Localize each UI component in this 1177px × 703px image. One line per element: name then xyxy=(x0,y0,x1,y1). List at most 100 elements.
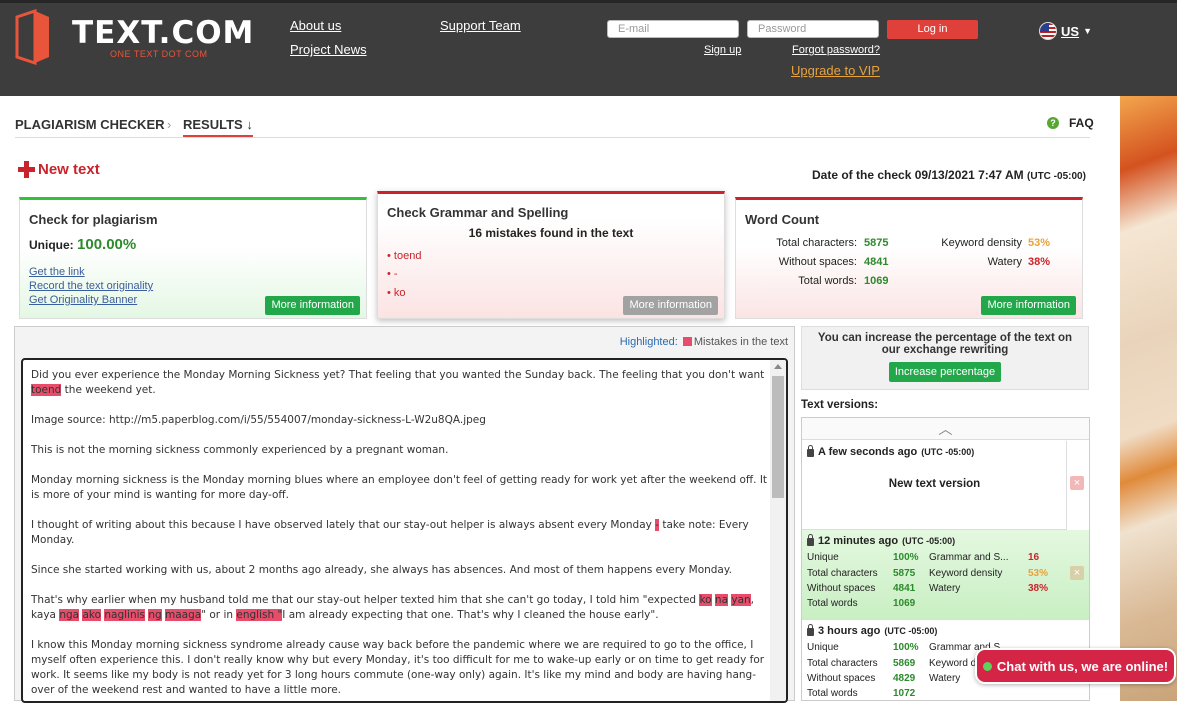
text-scrollbar[interactable] xyxy=(770,360,786,701)
text-paragraph: Since she started working with us, about… xyxy=(31,564,732,576)
scroll-up-icon[interactable] xyxy=(774,364,782,369)
without-spaces-label: Without spaces: xyxy=(778,256,857,268)
version-watery-value: 38% xyxy=(1028,583,1049,594)
text-span: I am already expecting that one. That's … xyxy=(282,609,659,621)
logo-text[interactable]: TEXT.COM xyxy=(72,15,254,51)
record-originality-link[interactable]: Record the text originality xyxy=(29,280,153,292)
logo-door-icon[interactable] xyxy=(13,9,53,65)
chevron-up-icon[interactable]: ︿ xyxy=(802,418,1089,440)
chevron-down-icon: ▼ xyxy=(1083,26,1092,36)
signup-link[interactable]: Sign up xyxy=(704,44,741,56)
mistake-highlight[interactable]: nga xyxy=(59,609,80,621)
check-date-timezone: (UTC -05:00) xyxy=(1027,171,1086,182)
text-content[interactable]: Did you ever experience the Monday Morni… xyxy=(31,368,771,701)
text-panel: Highlighted: Mistakes in the text Did yo… xyxy=(14,326,795,703)
version-time: 3 hours ago xyxy=(818,625,881,637)
get-link[interactable]: Get the link xyxy=(29,266,85,278)
version-header: A few seconds ago (UTC -05:00) xyxy=(807,445,974,458)
text-paragraph: Image source: http://m5.paperblog.com/i/… xyxy=(31,414,486,426)
version-nospace-label: Without spaces xyxy=(807,583,876,594)
grammar-card: Check Grammar and Spelling 16 mistakes f… xyxy=(377,191,725,319)
autumn-leaves-background xyxy=(1120,96,1177,701)
version-chars-value: 5875 xyxy=(893,568,916,579)
version-watery-label: Watery xyxy=(929,583,961,594)
text-versions-label: Text versions: xyxy=(801,399,879,411)
mistake-highlight[interactable]: ko xyxy=(699,594,712,606)
new-text-label: New text xyxy=(38,161,100,178)
mistake-item[interactable]: • toend xyxy=(387,250,421,262)
text-span: the weekend yet. xyxy=(61,384,156,396)
version-timezone: (UTC -05:00) xyxy=(884,626,938,636)
close-icon[interactable]: × xyxy=(1070,476,1084,490)
text-span: That's why earlier when my husband told … xyxy=(31,594,700,606)
mistake-highlight[interactable]: maaga xyxy=(165,609,202,621)
forgot-password-link[interactable]: Forgot password? xyxy=(792,44,880,56)
text-paragraph: That's why earlier when my husband told … xyxy=(31,593,771,623)
check-date: Date of the check 09/13/2021 7:47 AM (UT… xyxy=(812,168,1086,182)
version-item[interactable]: 12 minutes ago (UTC -05:00) Unique 100% … xyxy=(802,530,1089,620)
version-words-value: 1072 xyxy=(893,688,916,699)
highlight-label: Highlighted: xyxy=(619,336,678,348)
word-count-more-button[interactable]: More information xyxy=(981,296,1076,315)
mistake-highlight[interactable]: ng xyxy=(148,609,162,621)
support-team-link[interactable]: Support Team xyxy=(440,18,521,33)
mistake-highlight[interactable]: na xyxy=(714,594,729,606)
mistake-highlight[interactable]: toend xyxy=(31,384,62,396)
lock-icon xyxy=(807,624,814,636)
version-header: 3 hours ago (UTC -05:00) xyxy=(807,624,938,637)
text-paragraph: This is not the morning sickness commonl… xyxy=(31,444,449,456)
watery-label: Watery xyxy=(987,256,1022,268)
login-button[interactable]: Log in xyxy=(887,20,978,39)
mistake-highlight[interactable]: english xyxy=(236,609,275,621)
project-news-link[interactable]: Project News xyxy=(290,42,367,57)
about-us-link[interactable]: About us xyxy=(290,18,341,33)
upgrade-vip-link[interactable]: Upgrade to VIP xyxy=(791,63,880,78)
text-paragraph: Did you ever experience the Monday Morni… xyxy=(31,368,771,398)
new-text-button[interactable]: New text xyxy=(18,161,100,178)
language-selector[interactable]: US ▼ xyxy=(1039,22,1092,40)
faq-link[interactable]: ? FAQ xyxy=(1047,116,1094,130)
version-header: 12 minutes ago (UTC -05:00) xyxy=(807,534,955,547)
language-label: US xyxy=(1061,23,1080,39)
help-icon: ? xyxy=(1047,117,1059,129)
breadcrumb-plagiarism-checker[interactable]: PLAGIARISM CHECKER xyxy=(15,117,165,132)
mistake-highlight[interactable]: ako xyxy=(82,609,102,621)
originality-banner-link[interactable]: Get Originality Banner xyxy=(29,294,137,306)
plagiarism-card: Check for plagiarism Unique: 100.00% Get… xyxy=(19,197,367,319)
top-header: TEXT.COM ONE TEXT DOT COM About us Proje… xyxy=(0,0,1177,96)
mistake-item[interactable]: • ko xyxy=(387,287,406,299)
increase-percentage-box: You can increase the percentage of the t… xyxy=(801,326,1089,390)
mistake-highlight[interactable]: yan xyxy=(731,594,751,606)
close-icon[interactable]: × xyxy=(1070,566,1084,580)
keyword-density-label: Keyword density xyxy=(941,237,1022,249)
text-span: Did you ever experience the Monday Morni… xyxy=(31,369,765,381)
increase-text: You can increase the percentage of the t… xyxy=(817,332,1073,356)
password-field[interactable]: Password xyxy=(747,20,879,38)
word-count-title: Word Count xyxy=(745,212,820,227)
increase-percentage-button[interactable]: Increase percentage xyxy=(888,362,1002,382)
mistake-highlight[interactable]: naglinis xyxy=(104,609,145,621)
chat-label: Chat with us, we are online! xyxy=(996,658,1169,674)
version-unique-value: 100% xyxy=(893,552,919,563)
unique-value: 100.00% xyxy=(77,236,137,253)
version-item[interactable]: A few seconds ago (UTC -05:00) New text … xyxy=(802,441,1067,530)
version-keyword-label: Keyword d xyxy=(929,658,977,669)
breadcrumb-results[interactable]: RESULTS ↓ xyxy=(183,117,253,137)
email-field[interactable]: E-mail xyxy=(607,20,739,38)
highlight-legend-text: Mistakes in the text xyxy=(693,336,788,348)
total-characters-value: 5875 xyxy=(864,237,889,249)
text-paragraph: I thought of writing about this because … xyxy=(31,518,771,548)
version-chars-value: 5869 xyxy=(893,658,916,669)
scrollbar-thumb[interactable] xyxy=(772,376,784,498)
version-grammar-label: Grammar and S... xyxy=(929,552,1009,563)
version-chars-label: Total characters xyxy=(807,568,878,579)
version-unique-label: Unique xyxy=(807,552,839,563)
version-body: New text version xyxy=(888,478,981,490)
plagiarism-more-button[interactable]: More information xyxy=(265,296,360,315)
mistake-item[interactable]: • - xyxy=(387,268,398,280)
version-nospace-label: Without spaces xyxy=(807,673,876,684)
live-chat-button[interactable]: Chat with us, we are online! xyxy=(975,648,1176,684)
grammar-more-button[interactable]: More information xyxy=(623,296,718,315)
breadcrumb-separator-icon: › xyxy=(167,117,172,132)
text-editor[interactable]: Did you ever experience the Monday Morni… xyxy=(21,358,788,703)
